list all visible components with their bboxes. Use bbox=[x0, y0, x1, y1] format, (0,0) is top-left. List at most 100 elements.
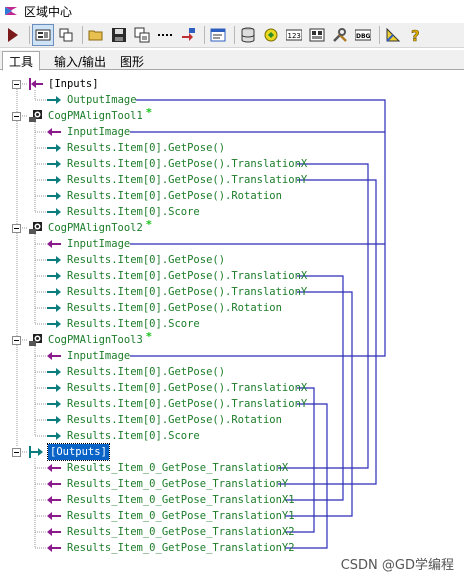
node-label: Results.Item[0].Score bbox=[67, 318, 200, 330]
output-arrow-icon bbox=[47, 192, 61, 200]
output-image-item[interactable]: OutputImage bbox=[0, 92, 464, 108]
measure-button[interactable] bbox=[383, 25, 403, 45]
copy-button[interactable] bbox=[132, 25, 152, 45]
outputs-group[interactable]: [Outputs] bbox=[0, 443, 464, 461]
tool-output-item[interactable]: Results.Item[0].GetPose().TranslationX bbox=[0, 268, 464, 284]
inputs-group[interactable]: [Inputs] bbox=[0, 76, 464, 92]
link-icon bbox=[59, 28, 73, 42]
watermark: CSDN @GD学编程 bbox=[340, 558, 454, 573]
measure-icon bbox=[386, 27, 401, 42]
tool-output-item[interactable]: Results.Item[0].GetPose().Rotation bbox=[0, 412, 464, 428]
pmalign-tool-icon bbox=[29, 110, 42, 122]
refresh-button[interactable] bbox=[261, 25, 281, 45]
run-button[interactable] bbox=[3, 25, 23, 45]
debug-button[interactable]: DBG bbox=[353, 25, 373, 45]
tab-tools[interactable]: 工具 bbox=[2, 51, 41, 71]
tool-output-item[interactable]: Results.Item[0].GetPose() bbox=[0, 252, 464, 268]
inputs-group-label: [Inputs] bbox=[48, 78, 99, 90]
dots-icon bbox=[158, 34, 172, 36]
collapse-toggle[interactable] bbox=[12, 336, 21, 345]
collapse-toggle[interactable] bbox=[12, 224, 21, 233]
node-label: InputImage bbox=[67, 350, 131, 362]
dots-button[interactable] bbox=[155, 25, 175, 45]
modified-star-icon: * bbox=[145, 106, 152, 119]
save-button[interactable] bbox=[109, 25, 129, 45]
output-arrow-icon bbox=[47, 416, 61, 424]
input-arrow-icon bbox=[47, 544, 61, 552]
tool-output-item[interactable]: Results.Item[0].GetPose().Rotation bbox=[0, 300, 464, 316]
tool-output-item[interactable]: Results.Item[0].GetPose() bbox=[0, 140, 464, 156]
collapse-toggle[interactable] bbox=[12, 80, 21, 89]
node-label: Results.Item[0].GetPose().TranslationX bbox=[67, 158, 308, 170]
output-terminal-item[interactable]: Results_Item_0_GetPose_TranslationY1 bbox=[0, 508, 464, 524]
input-arrow-icon bbox=[47, 496, 61, 504]
output-terminal-item[interactable]: Results_Item_0_GetPose_TranslationY bbox=[0, 476, 464, 492]
database-button[interactable] bbox=[238, 25, 258, 45]
node-label: Results.Item[0].Score bbox=[67, 430, 200, 442]
modified-star-icon: * bbox=[145, 218, 152, 231]
tools-button[interactable] bbox=[330, 25, 350, 45]
modified-star-icon: * bbox=[145, 330, 152, 343]
node-label: Results.Item[0].GetPose().Rotation bbox=[67, 190, 282, 202]
tool-output-item[interactable]: Results.Item[0].GetPose().TranslationY bbox=[0, 284, 464, 300]
output-terminal-item[interactable]: Results_Item_0_GetPose_TranslationX bbox=[0, 460, 464, 476]
tool-output-item[interactable]: Results.Item[0].GetPose() bbox=[0, 364, 464, 380]
node-label: Results_Item_0_GetPose_TranslationX bbox=[67, 462, 289, 474]
open-button[interactable] bbox=[86, 25, 106, 45]
node-label: Results.Item[0].GetPose() bbox=[67, 366, 226, 378]
node-label: Results.Item[0].GetPose().TranslationX bbox=[67, 382, 308, 394]
tool-input-item[interactable]: InputImage bbox=[0, 348, 464, 364]
tool-output-item[interactable]: Results.Item[0].GetPose().TranslationX bbox=[0, 380, 464, 396]
tool-input-item[interactable]: InputImage bbox=[0, 236, 464, 252]
tool-node-2[interactable]: CogPMAlignTool2 * bbox=[0, 218, 464, 236]
collapse-toggle[interactable] bbox=[12, 112, 21, 121]
help-button[interactable]: ? bbox=[406, 25, 426, 45]
svg-text:DBG: DBG bbox=[356, 33, 371, 40]
node-label: Results.Item[0].GetPose().TranslationY bbox=[67, 174, 308, 186]
output-arrow-icon bbox=[47, 304, 61, 312]
output-arrow-icon bbox=[47, 432, 61, 440]
screen-button[interactable] bbox=[208, 25, 228, 45]
input-arrow-icon bbox=[47, 464, 61, 472]
tool-input-item[interactable]: InputImage bbox=[0, 124, 464, 140]
tool-output-item[interactable]: Results.Item[0].GetPose().TranslationY bbox=[0, 396, 464, 412]
svg-text:123: 123 bbox=[288, 32, 301, 40]
output-arrow-icon bbox=[47, 256, 61, 264]
image-button[interactable] bbox=[307, 25, 327, 45]
image-icon bbox=[309, 28, 325, 42]
output-terminal-item[interactable]: Results_Item_0_GetPose_TranslationX1 bbox=[0, 492, 464, 508]
tab-io[interactable]: 输入/输出 bbox=[48, 52, 112, 70]
input-arrow-icon bbox=[47, 128, 61, 136]
import-button[interactable] bbox=[178, 25, 198, 45]
grid-view-button[interactable] bbox=[32, 24, 54, 46]
output-arrow-icon bbox=[47, 208, 61, 216]
inputs-group-icon bbox=[29, 78, 43, 90]
tool-output-item[interactable]: Results.Item[0].GetPose().TranslationX bbox=[0, 156, 464, 172]
tool-output-item[interactable]: Results.Item[0].Score bbox=[0, 316, 464, 332]
tool-node-1[interactable]: CogPMAlignTool1 * bbox=[0, 106, 464, 124]
output-arrow-icon bbox=[47, 384, 61, 392]
app-icon bbox=[4, 4, 18, 18]
node-label: Results_Item_0_GetPose_TranslationX1 bbox=[67, 494, 295, 506]
toolbar-separator bbox=[29, 26, 30, 44]
output-terminal-item[interactable]: Results_Item_0_GetPose_TranslationX2 bbox=[0, 524, 464, 540]
tool-output-item[interactable]: Results.Item[0].Score bbox=[0, 204, 464, 220]
node-label: Results.Item[0].GetPose().TranslationX bbox=[67, 270, 308, 282]
node-label: Results_Item_0_GetPose_TranslationY1 bbox=[67, 510, 295, 522]
tool-node-3[interactable]: CogPMAlignTool3 * bbox=[0, 330, 464, 348]
tool-output-item[interactable]: Results.Item[0].GetPose().Rotation bbox=[0, 188, 464, 204]
tool-output-item[interactable]: Results.Item[0].Score bbox=[0, 428, 464, 444]
numeric-button[interactable]: 123 bbox=[284, 25, 304, 45]
input-arrow-icon bbox=[47, 352, 61, 360]
node-label: InputImage bbox=[67, 126, 131, 138]
toolbar: 123 DBG ? bbox=[0, 23, 464, 48]
collapse-toggle[interactable] bbox=[12, 448, 21, 457]
node-label: Results.Item[0].GetPose().Rotation bbox=[67, 302, 282, 314]
tab-graphics[interactable]: 图形 bbox=[114, 52, 150, 70]
database-icon bbox=[241, 27, 255, 43]
import-icon bbox=[182, 28, 195, 41]
numeric-icon: 123 bbox=[286, 29, 302, 41]
run-icon bbox=[8, 28, 18, 42]
link-button[interactable] bbox=[56, 25, 76, 45]
tool-output-item[interactable]: Results.Item[0].GetPose().TranslationY bbox=[0, 172, 464, 188]
